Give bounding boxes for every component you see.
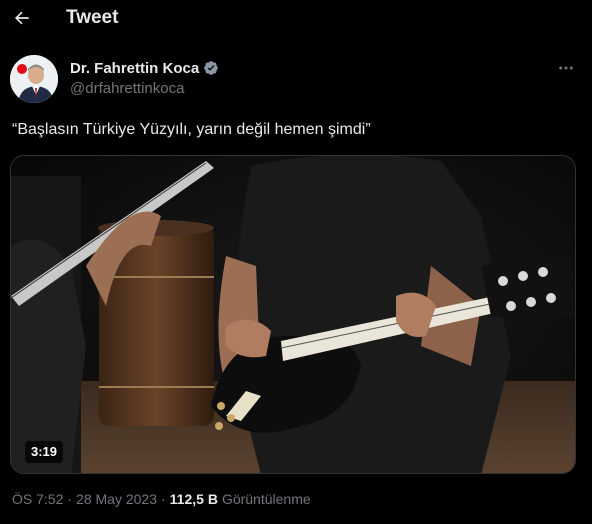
tweet-author: Dr. Fahrettin Koca @drfahrettinkoca [0,50,592,106]
video-thumbnail [11,156,575,473]
views-label: Görüntülenme [221,491,311,507]
video-duration: 3:19 [25,441,64,463]
tweet-text: “Başlasın Türkiye Yüzyılı, yarın değil h… [12,121,371,138]
views-count: 112,5 B [169,491,218,507]
author-handle[interactable]: @drfahrettinkoca [70,80,184,97]
tweet-date[interactable]: 28 May 2023 [76,491,157,507]
avatar[interactable] [10,55,58,103]
video-player[interactable]: 3:19 [10,155,576,474]
more-options-button[interactable] [552,56,580,80]
page-title: Tweet [66,7,119,28]
more-horizontal-icon [559,66,573,70]
tweet-time[interactable]: ÖS 7:52 [12,491,63,507]
tweet-meta: ÖS 7:52 · 28 May 2023 · 112,5 B Görüntül… [12,491,311,507]
author-name[interactable]: Dr. Fahrettin Koca [70,60,199,77]
meta-separator: · [161,491,166,507]
arrow-left-icon [14,11,29,25]
top-bar: Tweet [0,0,592,36]
verified-badge-icon [204,61,218,75]
meta-separator: · [67,491,73,507]
back-button[interactable] [8,4,36,32]
